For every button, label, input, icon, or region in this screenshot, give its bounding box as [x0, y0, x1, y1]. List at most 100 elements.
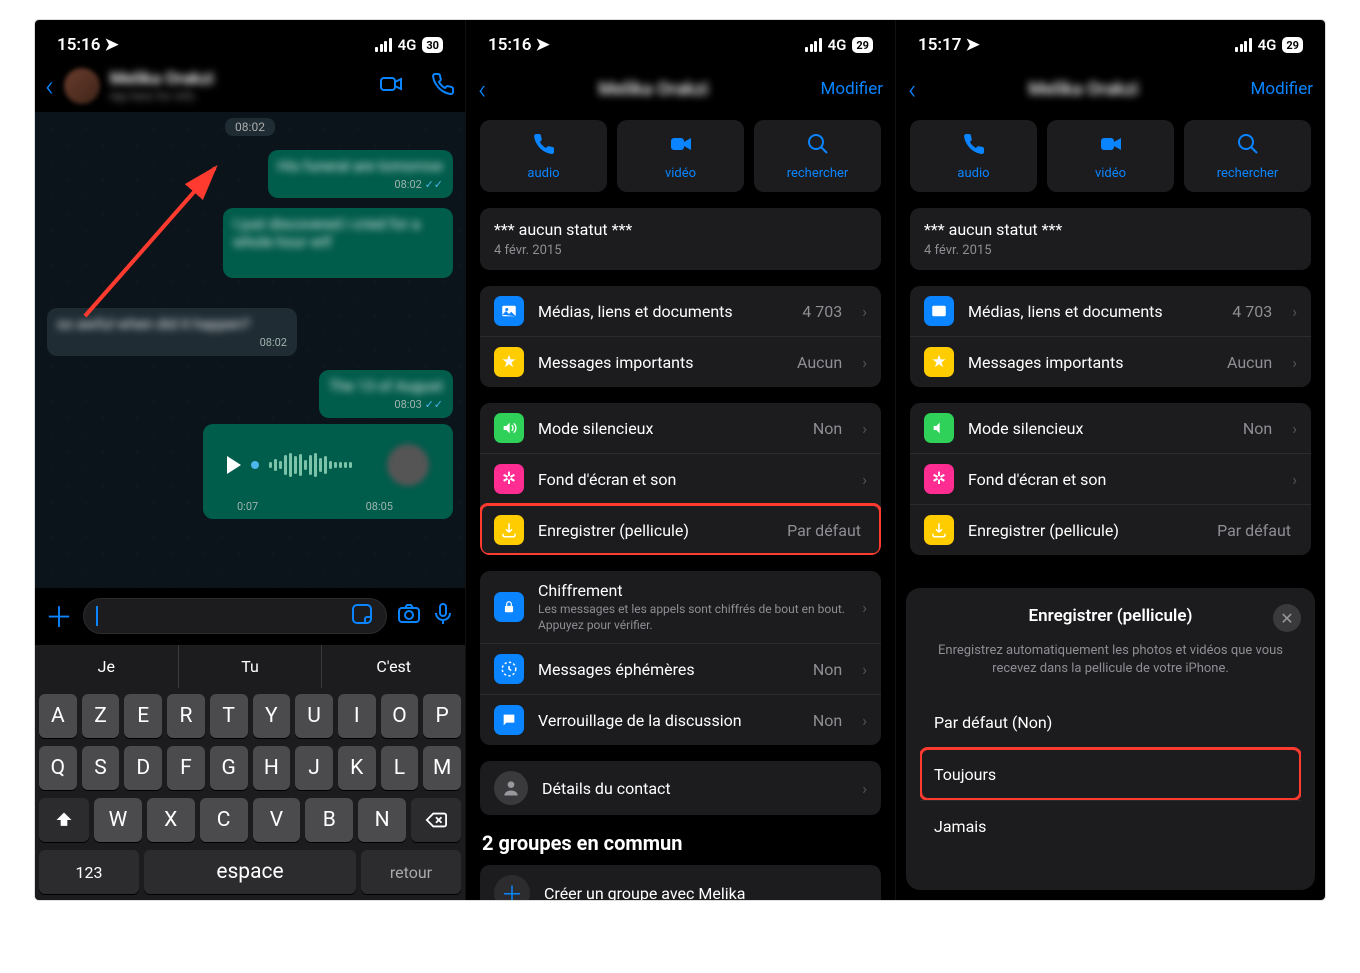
row-encryption[interactable]: Chiffrement Les messages et les appels s…	[480, 571, 881, 643]
key[interactable]: B	[305, 798, 353, 842]
row-chat-lock[interactable]: Verrouillage de la discussion Non ›	[480, 694, 881, 745]
option-default[interactable]: Par défaut (Non)	[920, 696, 1301, 748]
sticker-button[interactable]	[350, 602, 374, 630]
chevron-icon: ›	[862, 598, 867, 617]
row-mute[interactable]: Mode silencieux Non ›	[910, 403, 1311, 453]
status-time: 15:16	[57, 35, 100, 55]
key[interactable]: N	[358, 798, 406, 842]
location-icon: ➤	[104, 35, 118, 55]
row-mute[interactable]: Mode silencieux Non ›	[480, 403, 881, 453]
video-call-button[interactable]: vidéo	[617, 120, 744, 192]
message-out[interactable]: I just discovered i cried for a whole ho…	[223, 208, 453, 278]
keyboard-suggestions[interactable]: Je Tu C'est	[35, 644, 465, 688]
key[interactable]: X	[147, 798, 195, 842]
close-button[interactable]: ✕	[1273, 604, 1301, 632]
attach-button[interactable]: ＋	[45, 596, 73, 636]
numbers-key[interactable]: 123	[39, 850, 139, 894]
suggestion[interactable]: Tu	[178, 645, 322, 688]
return-key[interactable]: retour	[361, 850, 461, 894]
row-media[interactable]: Médias, liens et documents 4 703 ›	[910, 286, 1311, 336]
suggestion[interactable]: Je	[35, 645, 178, 688]
key[interactable]: Z	[82, 694, 120, 738]
camera-button[interactable]	[397, 602, 421, 630]
status-box[interactable]: *** aucun statut *** 4 févr. 2015	[910, 208, 1311, 270]
back-button[interactable]: ‹	[908, 73, 916, 106]
audio-call-button[interactable]: audio	[480, 120, 607, 192]
space-key[interactable]: espace	[144, 850, 356, 894]
contact-name[interactable]: Melika Orakzi	[110, 69, 369, 89]
key[interactable]: Q	[39, 746, 77, 790]
read-ticks-icon: ✓✓	[425, 178, 443, 191]
video-call-button[interactable]	[379, 72, 403, 100]
person-icon	[494, 771, 528, 805]
play-icon[interactable]	[227, 456, 241, 474]
audio-call-button[interactable]	[431, 72, 455, 100]
voice-message[interactable]: 0:07 08:05	[203, 424, 453, 519]
download-icon	[924, 515, 954, 545]
key[interactable]: T	[210, 694, 248, 738]
key[interactable]: U	[295, 694, 333, 738]
row-contact-details[interactable]: Détails du contact ›	[480, 761, 881, 815]
battery-badge: 29	[1282, 37, 1303, 53]
edit-button[interactable]: Modifier	[821, 79, 883, 99]
row-value: Non	[813, 711, 842, 730]
key[interactable]: S	[82, 746, 120, 790]
waveform[interactable]	[269, 452, 377, 478]
playhead-dot[interactable]	[251, 461, 259, 469]
edit-button[interactable]: Modifier	[1251, 79, 1313, 99]
suggestion[interactable]: C'est	[321, 645, 465, 688]
key[interactable]: K	[338, 746, 376, 790]
key[interactable]: R	[167, 694, 205, 738]
message-out[interactable]: His funeral are tomorrow 08:02 ✓✓	[268, 150, 454, 198]
key[interactable]: O	[381, 694, 419, 738]
key[interactable]: A	[39, 694, 77, 738]
back-button[interactable]: ‹	[45, 69, 54, 104]
key[interactable]: P	[423, 694, 461, 738]
backspace-key[interactable]	[411, 798, 461, 842]
create-group-button[interactable]: ＋ Créer un groupe avec Melika	[480, 865, 881, 900]
row-wallpaper[interactable]: ✲ Fond d'écran et son ›	[910, 453, 1311, 504]
key[interactable]: M	[423, 746, 461, 790]
search-button[interactable]: rechercher	[754, 120, 881, 192]
row-wallpaper[interactable]: ✲ Fond d'écran et son ›	[480, 453, 881, 504]
status-box[interactable]: *** aucun statut *** 4 févr. 2015	[480, 208, 881, 270]
key[interactable]: V	[253, 798, 301, 842]
lock-icon	[494, 592, 524, 622]
shift-key[interactable]	[39, 798, 89, 842]
key[interactable]: I	[338, 694, 376, 738]
option-always[interactable]: Toujours	[920, 748, 1301, 800]
keyboard[interactable]: A Z E R T Y U I O P Q S D F G H J K L M	[35, 688, 465, 900]
chat-body[interactable]: 08:02 His funeral are tomorrow 08:02 ✓✓ …	[35, 112, 465, 588]
avatar[interactable]	[64, 68, 100, 104]
row-save-to-camera-roll[interactable]: Enregistrer (pellicule) Par défaut	[480, 504, 881, 555]
video-icon	[1099, 132, 1123, 162]
message-in[interactable]: so awful when did it happen? 08:02	[47, 308, 297, 356]
key[interactable]: H	[253, 746, 291, 790]
message-input[interactable]	[83, 598, 387, 634]
row-save-to-camera-roll[interactable]: Enregistrer (pellicule) Par défaut	[910, 504, 1311, 555]
key[interactable]: D	[124, 746, 162, 790]
key[interactable]: Y	[253, 694, 291, 738]
wallpaper-icon: ✲	[494, 464, 524, 494]
chat-header[interactable]: ‹ Melika Orakzi tap here for info	[35, 64, 465, 112]
row-starred[interactable]: ★ Messages importants Aucun ›	[910, 336, 1311, 387]
option-never[interactable]: Jamais	[920, 800, 1301, 852]
row-starred[interactable]: ★ Messages importants Aucun ›	[480, 336, 881, 387]
key[interactable]: L	[381, 746, 419, 790]
audio-call-button[interactable]: audio	[910, 120, 1037, 192]
key[interactable]: J	[295, 746, 333, 790]
key[interactable]: E	[124, 694, 162, 738]
key[interactable]: W	[94, 798, 142, 842]
row-media[interactable]: Médias, liens et documents 4 703 ›	[480, 286, 881, 336]
back-button[interactable]: ‹	[478, 73, 486, 106]
key[interactable]: C	[200, 798, 248, 842]
row-disappearing[interactable]: Messages éphémères Non ›	[480, 643, 881, 694]
mic-button[interactable]	[431, 602, 455, 630]
message-out[interactable]: The 13 of August 08:03 ✓✓	[319, 370, 453, 418]
video-call-button[interactable]: vidéo	[1047, 120, 1174, 192]
search-button[interactable]: rechercher	[1184, 120, 1311, 192]
chat-lock-icon	[494, 705, 524, 735]
key[interactable]: F	[167, 746, 205, 790]
battery-badge: 29	[852, 37, 873, 53]
key[interactable]: G	[210, 746, 248, 790]
